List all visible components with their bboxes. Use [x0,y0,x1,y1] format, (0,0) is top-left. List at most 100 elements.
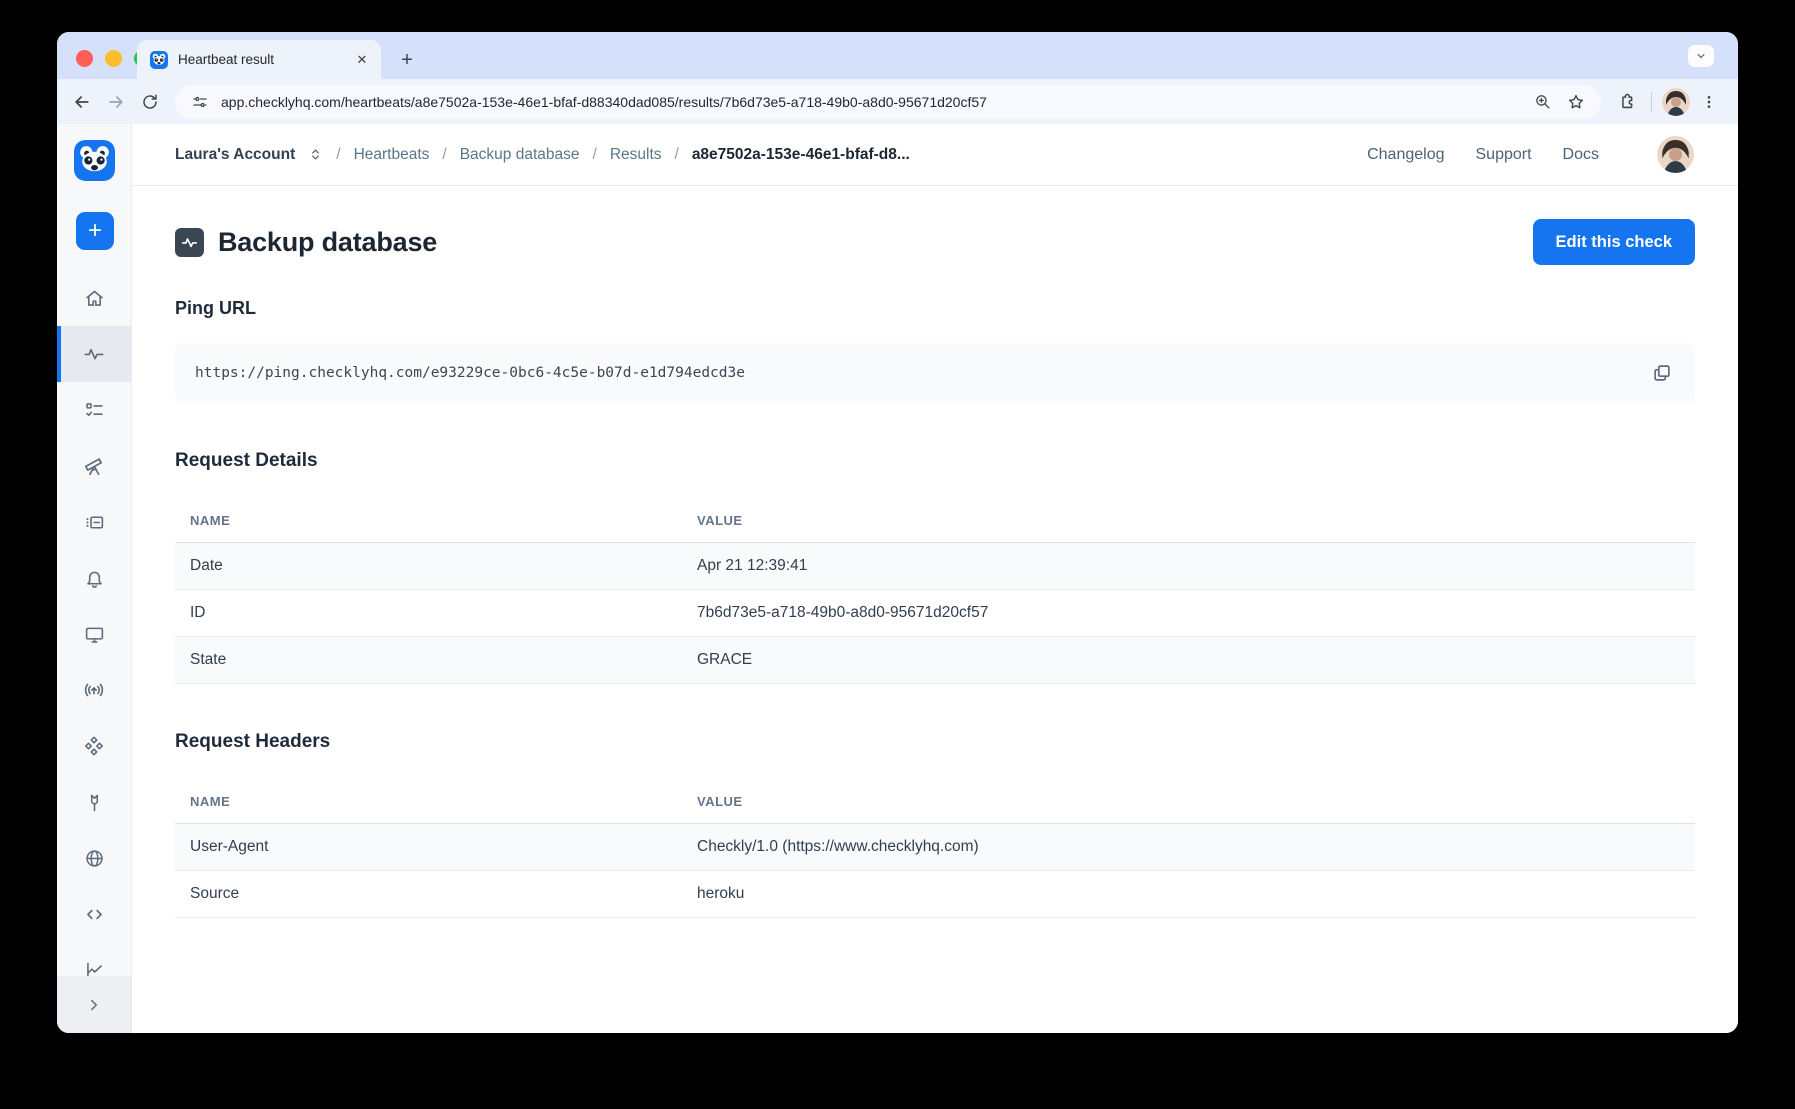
checklist-icon [84,400,105,421]
copy-icon [1651,362,1673,384]
monitor-icon [84,624,105,645]
back-arrow-icon [72,92,92,112]
sidebar-item-checks[interactable] [57,382,131,438]
browser-window: Heartbeat result ✕ + [57,32,1738,1033]
support-link[interactable]: Support [1476,146,1532,164]
back-button[interactable] [67,87,97,117]
request-details-table: NAME VALUE Date Apr 21 12:39:41 ID 7b6d7… [175,499,1695,684]
chevron-right-icon [85,996,103,1014]
tab-search-button[interactable] [1688,45,1714,67]
app-header: Laura's Account / Heartbeats / Backup da… [132,124,1738,186]
sidebar-item-heartbeats[interactable] [57,326,131,382]
cell-name: Date [175,557,697,575]
minimize-window-button[interactable] [105,50,122,67]
sidebar-item-private-locations[interactable] [57,830,131,886]
cell-name: State [175,651,697,669]
docs-link[interactable]: Docs [1563,146,1599,164]
browser-menu-button[interactable] [1694,87,1724,117]
browser-profile-avatar[interactable] [1662,88,1690,116]
cell-value: 7b6d73e5-a718-49b0-a8d0-95671d20cf57 [697,604,1695,622]
ping-url-heading: Ping URL [175,298,1695,319]
breadcrumb: Laura's Account / Heartbeats / Backup da… [175,146,910,164]
cell-value: Apr 21 12:39:41 [697,557,1695,575]
zoom-in-icon[interactable] [1529,89,1555,115]
url-text: app.checklyhq.com/heartbeats/a8e7502a-15… [221,94,1521,110]
toolbar-divider [1651,92,1652,112]
address-bar[interactable]: app.checklyhq.com/heartbeats/a8e7502a-15… [175,85,1601,119]
ping-url-box: https://ping.checklyhq.com/e93229ce-0bc6… [175,343,1695,403]
tab-close-icon[interactable]: ✕ [353,51,371,69]
title-row: Backup database Edit this check [175,219,1695,265]
pulse-icon [83,343,105,365]
sidebar-item-dashboards[interactable] [57,606,131,662]
changelog-link[interactable]: Changelog [1367,146,1444,164]
request-headers-table: NAME VALUE User-Agent Checkly/1.0 (https… [175,780,1695,918]
checkly-favicon [150,51,168,69]
sidebar-collapse-button[interactable] [57,976,131,1033]
breadcrumb-current-id: a8e7502a-153e-46e1-bfaf-d8... [692,146,910,164]
table-header-row: NAME VALUE [175,499,1695,543]
bell-icon [84,568,105,589]
table-row: User-Agent Checkly/1.0 (https://www.chec… [175,824,1695,871]
cell-name: Source [175,885,697,903]
forward-arrow-icon [106,92,126,112]
copy-button[interactable] [1647,358,1677,388]
breadcrumb-results[interactable]: Results [610,146,662,164]
telescope-icon [83,455,105,477]
edit-check-button[interactable]: Edit this check [1533,219,1695,265]
column-header-name: NAME [175,794,697,809]
sidebar-item-broadcast[interactable] [57,662,131,718]
ping-url-value[interactable]: https://ping.checklyhq.com/e93229ce-0bc6… [195,365,745,381]
browser-tab[interactable]: Heartbeat result ✕ [137,40,381,79]
cell-name: ID [175,604,697,622]
tab-title: Heartbeat result [178,52,343,67]
column-header-value: VALUE [697,513,1695,528]
account-selector-icon[interactable] [308,147,323,162]
checkly-logo[interactable] [74,140,115,181]
table-header-row: NAME VALUE [175,780,1695,824]
extensions-button[interactable] [1611,87,1641,117]
sidebar-item-cli[interactable] [57,886,131,942]
puzzle-icon [1617,92,1636,111]
site-info-icon[interactable] [187,89,213,115]
home-icon [84,288,105,309]
heartbeat-check-icon [175,228,204,257]
main-panel: Laura's Account / Heartbeats / Backup da… [132,124,1738,1033]
kebab-menu-icon [1701,94,1717,110]
diamonds-icon [83,735,105,757]
breadcrumb-separator: / [336,146,340,164]
page-content: Backup database Edit this check Ping URL… [132,186,1738,918]
reload-button[interactable] [135,87,165,117]
sidebar-item-tools[interactable] [57,774,131,830]
close-window-button[interactable] [76,50,93,67]
sidebar-item-home[interactable] [57,270,131,326]
user-avatar[interactable] [1657,136,1694,173]
tab-strip: Heartbeat result ✕ + [57,32,1738,79]
screenshot: Heartbeat result ✕ + [0,0,1795,1109]
bookmark-star-icon[interactable] [1563,89,1589,115]
request-headers-heading: Request Headers [175,731,1695,753]
sidebar-nav [57,270,131,998]
code-icon [84,904,105,925]
sidebar-item-maintenance[interactable] [57,494,131,550]
table-row: Source heroku [175,871,1695,918]
broadcast-icon [83,679,105,701]
create-new-button[interactable]: + [76,212,114,250]
globe-icon [84,848,105,869]
account-switcher[interactable]: Laura's Account [175,146,295,164]
table-row: Date Apr 21 12:39:41 [175,543,1695,590]
breadcrumb-check[interactable]: Backup database [460,146,580,164]
sidebar: + [57,124,132,1033]
new-tab-button[interactable]: + [395,48,419,72]
breadcrumb-heartbeats[interactable]: Heartbeats [354,146,430,164]
forward-button[interactable] [101,87,131,117]
table-row: ID 7b6d73e5-a718-49b0-a8d0-95671d20cf57 [175,590,1695,637]
cell-value: GRACE [697,651,1695,669]
page-title: Backup database [218,227,437,258]
column-header-value: VALUE [697,794,1695,809]
sidebar-item-explore[interactable] [57,438,131,494]
breadcrumb-separator: / [442,146,446,164]
breadcrumb-separator: / [593,146,597,164]
sidebar-item-traces[interactable] [57,718,131,774]
sidebar-item-alerts[interactable] [57,550,131,606]
